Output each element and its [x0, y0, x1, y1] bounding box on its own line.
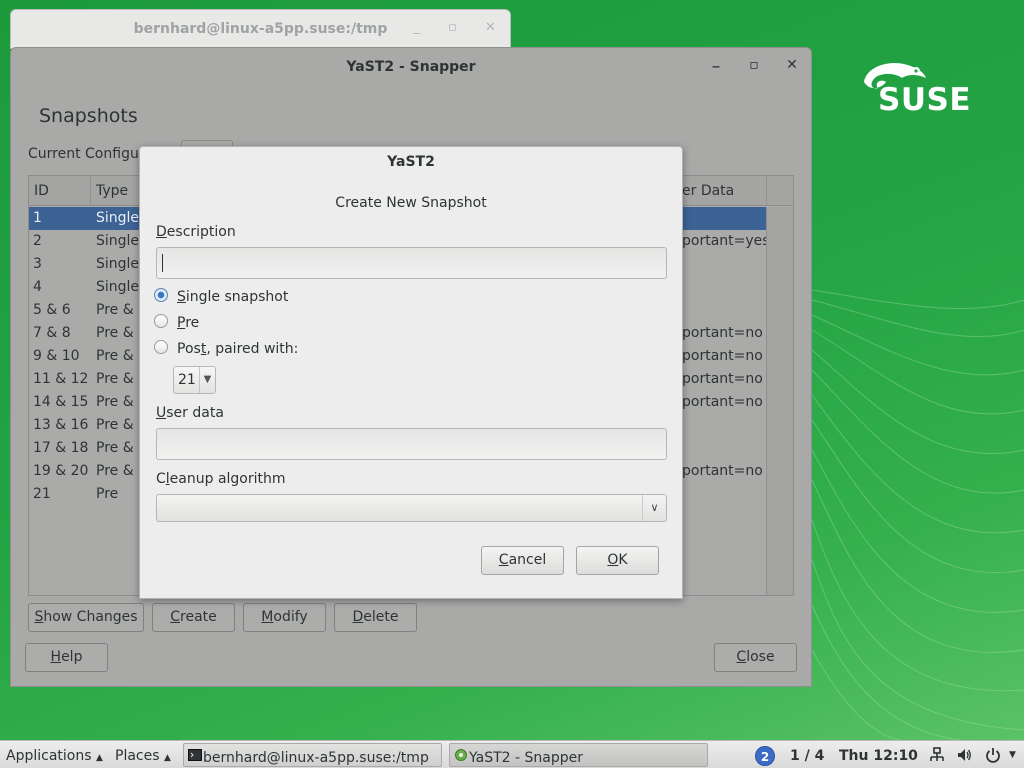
triangle-down-icon[interactable]: ▼ [1009, 750, 1016, 760]
help-button[interactable]: Help [25, 643, 108, 672]
post-radio[interactable] [154, 340, 168, 354]
volume-icon[interactable] [956, 747, 972, 763]
suse-logo-text: SUSE [878, 82, 972, 118]
description-input[interactable] [156, 247, 667, 279]
cell-type: Single [96, 233, 140, 249]
cell-type: Pre & [96, 371, 134, 387]
bottom-panel: Applications ▲ Places ▲ bernhard@linux-a… [0, 740, 1024, 768]
chevron-down-icon: ▼ [199, 367, 215, 393]
single-snapshot-radio[interactable] [154, 288, 168, 302]
table-scrollbar[interactable] [766, 207, 793, 595]
cell-id: 9 & 10 [33, 348, 80, 364]
column-header-userdata[interactable]: er Data [682, 183, 734, 199]
create-snapshot-dialog: YaST2 Create New Snapshot Description Si… [139, 146, 683, 599]
cell-id: 2 [33, 233, 42, 249]
taskbar-terminal-label: bernhard@linux-a5pp.suse:/tmp [203, 750, 429, 766]
cell-id: 14 & 15 [33, 394, 89, 410]
dialog-title: YaST2 [387, 154, 435, 170]
cell-type: Single [96, 210, 140, 226]
power-icon[interactable] [985, 747, 1001, 763]
cell-type: Pre & [96, 302, 134, 318]
single-snapshot-label[interactable]: Single snapshot [177, 289, 288, 305]
triangle-up-icon: ▲ [95, 753, 103, 763]
chevron-down-icon: ∨ [642, 495, 666, 521]
cell-id: 5 & 6 [33, 302, 71, 318]
places-menu[interactable]: Places ▲ [115, 748, 171, 764]
cell-type: Pre & [96, 325, 134, 341]
taskbar-yast-label: YaST2 - Snapper [469, 750, 583, 766]
cell-id: 1 [33, 210, 42, 226]
column-separator [90, 176, 91, 206]
paired-with-select[interactable]: 21 ▼ [173, 366, 216, 394]
create-button[interactable]: Create [152, 603, 235, 632]
cancel-button[interactable]: Cancel [481, 546, 564, 575]
maximize-icon[interactable]: ▫ [448, 20, 457, 35]
yast-icon [455, 749, 467, 761]
cell-type: Pre & [96, 440, 134, 456]
delete-button[interactable]: Delete [334, 603, 417, 632]
cleanup-algorithm-select[interactable]: ∨ [156, 494, 667, 522]
column-separator [766, 176, 767, 206]
cleanup-label: Cleanup algorithm [156, 471, 286, 487]
terminal-window-title: bernhard@linux-a5pp.suse:/tmp [133, 21, 388, 37]
cell-type: Pre [96, 486, 119, 502]
notification-badge[interactable]: 2 [755, 746, 775, 766]
cell-id: 21 [33, 486, 51, 502]
column-header-id[interactable]: ID [34, 183, 49, 199]
post-label[interactable]: Post, paired with: [177, 341, 298, 357]
snapper-window-title: YaST2 - Snapper [346, 59, 476, 75]
cell-id: 17 & 18 [33, 440, 89, 456]
clock[interactable]: Thu 12:10 [839, 748, 918, 764]
cell-id: 7 & 8 [33, 325, 71, 341]
close-button[interactable]: Close [714, 643, 797, 672]
minimize-icon[interactable]: _ [413, 20, 420, 35]
minimize-icon[interactable]: _ [708, 52, 724, 68]
cell-userdata: portant=no [682, 463, 763, 479]
userdata-label: User data [156, 405, 224, 421]
cell-id: 13 & 16 [33, 417, 89, 433]
column-header-type[interactable]: Type [96, 183, 128, 199]
maximize-icon[interactable]: ▫ [746, 57, 762, 73]
cell-id: 19 & 20 [33, 463, 89, 479]
cell-type: Single [96, 279, 140, 295]
cell-id: 3 [33, 256, 42, 272]
close-icon[interactable]: ✕ [485, 20, 496, 35]
pre-radio[interactable] [154, 314, 168, 328]
description-label: Description [156, 224, 236, 240]
paired-with-value: 21 [178, 372, 196, 388]
cell-userdata: portant=yes [682, 233, 770, 249]
current-config-label: Current Configur [28, 146, 145, 162]
cell-type: Pre & [96, 463, 134, 479]
terminal-window[interactable]: bernhard@linux-a5pp.suse:/tmp _ ▫ ✕ [10, 9, 511, 49]
pre-label[interactable]: Pre [177, 315, 199, 331]
cell-type: Pre & [96, 394, 134, 410]
userdata-input[interactable] [156, 428, 667, 460]
triangle-up-icon: ▲ [163, 753, 171, 763]
dialog-heading: Create New Snapshot [335, 195, 487, 211]
taskbar-item-yast[interactable]: YaST2 - Snapper [449, 743, 708, 767]
snapper-titlebar[interactable]: YaST2 - Snapper _ ▫ ✕ [11, 48, 811, 88]
terminal-icon [188, 749, 202, 761]
workspace-indicator[interactable]: 1 / 4 [790, 748, 824, 764]
close-icon[interactable]: ✕ [784, 57, 800, 73]
network-icon[interactable] [929, 747, 945, 763]
cell-type: Pre & [96, 417, 134, 433]
snapshots-heading: Snapshots [39, 105, 138, 127]
cell-type: Single [96, 256, 140, 272]
cell-id: 4 [33, 279, 42, 295]
cell-userdata: portant=no [682, 325, 763, 341]
show-changes-button[interactable]: Show Changes [28, 603, 144, 632]
modify-button[interactable]: Modify [243, 603, 326, 632]
cell-userdata: portant=no [682, 348, 763, 364]
cell-type: Pre & [96, 348, 134, 364]
text-caret [162, 254, 163, 272]
cell-id: 11 & 12 [33, 371, 89, 387]
cell-userdata: portant=no [682, 394, 763, 410]
ok-button[interactable]: OK [576, 546, 659, 575]
taskbar-item-terminal[interactable]: bernhard@linux-a5pp.suse:/tmp [183, 743, 442, 767]
applications-menu[interactable]: Applications ▲ [6, 748, 103, 764]
cell-userdata: portant=no [682, 371, 763, 387]
